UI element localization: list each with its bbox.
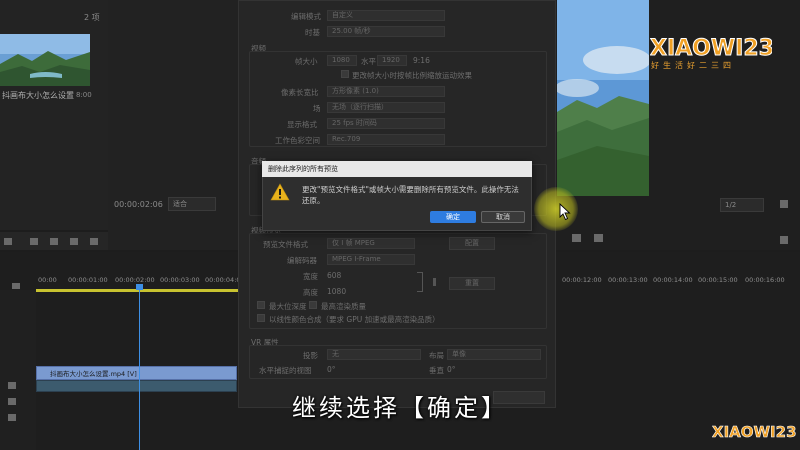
tick-label: 00:00:14:00 (653, 276, 693, 284)
alert-message: 更改"预览文件格式"或帧大小需要删除所有预览文件。此操作无法还原。 (302, 185, 519, 205)
tick-label: 00:00:13:00 (608, 276, 648, 284)
aspect-ratio: 9:16 (413, 56, 430, 65)
mouse-cursor-icon (559, 202, 571, 224)
cursor-highlight (534, 187, 578, 231)
search-icon[interactable] (50, 238, 58, 245)
vertical-value[interactable]: 0° (447, 365, 456, 374)
program-fit-select[interactable]: 1/2 (720, 198, 764, 212)
source-monitor (108, 0, 238, 250)
cancel-button[interactable]: 取消 (481, 211, 525, 223)
configure-button[interactable]: 配置 (449, 237, 495, 250)
settings-icon[interactable] (12, 283, 20, 289)
fields-select[interactable]: 无场（逐行扫描） (327, 102, 445, 113)
project-toolbar (0, 232, 108, 250)
scale-checkbox[interactable] (341, 70, 349, 78)
project-clip-duration: 8:00 (76, 91, 92, 99)
projection-select[interactable]: 无 (327, 349, 421, 360)
h-view-label: 水平捕捉的视图 (259, 366, 312, 375)
link-icon[interactable] (433, 278, 436, 286)
source-fit-select[interactable]: 适合 (168, 197, 216, 211)
new-item-icon[interactable] (70, 238, 78, 245)
max-depth-checkbox[interactable] (257, 301, 265, 309)
fields-label: 场 (313, 104, 321, 113)
display-format-label: 显示格式 (287, 120, 317, 129)
width-label: 宽度 (303, 272, 318, 281)
max-quality-label: 最高渲染质量 (321, 302, 366, 311)
tick-label: 00:00 (38, 276, 57, 284)
timebase-select[interactable]: 25.00 帧/秒 (327, 26, 445, 37)
frame-size-label: 帧大小 (295, 57, 318, 66)
brand-slogan: 好生活好二三四 (651, 61, 735, 70)
project-clip-name: 抖画布大小怎么设置 (2, 91, 74, 100)
program-video-frame (557, 0, 649, 196)
pixel-aspect-label: 像素长宽比 (281, 88, 319, 97)
display-format-select[interactable]: 25 fps 时间码 (327, 118, 445, 129)
max-depth-label: 最大位深度 (269, 302, 307, 311)
h-view-value[interactable]: 0° (327, 365, 336, 374)
export-frame-icon[interactable] (594, 234, 603, 242)
brand-logo: XIAOWI234 (650, 34, 790, 63)
list-view-icon[interactable] (4, 238, 12, 245)
reset-button[interactable]: 重置 (449, 277, 495, 290)
tick-label: 00:00:02:00 (115, 276, 155, 284)
playhead[interactable] (139, 286, 140, 450)
preview-format-label: 预览文件格式 (263, 240, 308, 249)
trash-icon[interactable] (90, 238, 98, 245)
folder-icon[interactable] (30, 238, 38, 245)
alert-title: 删除此序列的所有预览 (268, 165, 338, 173)
tick-label: 00:00:03:00 (160, 276, 200, 284)
layout-label: 布局 (429, 351, 444, 360)
linear-color-checkbox[interactable] (257, 314, 265, 322)
pixel-aspect-select[interactable]: 方形像素 (1.0) (327, 86, 445, 97)
layout-select[interactable]: 单像 (447, 349, 541, 360)
editing-mode-select[interactable]: 自定义 (327, 10, 445, 21)
width-value[interactable]: 608 (327, 271, 341, 280)
add-button-icon[interactable] (780, 236, 788, 244)
scale-checkbox-label: 更改帧大小时按帧比例缩放运动效果 (352, 71, 472, 80)
horizontal-label: 水平 (361, 57, 376, 66)
tick-label: 00:00:16:00 (745, 276, 785, 284)
vertical-label: 垂直 (429, 366, 444, 375)
brand-logo-small: XIAOWI234 (712, 422, 800, 443)
timebase-label: 时基 (305, 28, 320, 37)
color-space-select[interactable]: Rec.709 (327, 134, 445, 145)
warning-icon (270, 183, 290, 204)
tick-label: 00:00:01:00 (68, 276, 108, 284)
tick-label: 00:00:12:00 (562, 276, 602, 284)
codec-label: 编解码器 (287, 256, 317, 265)
preview-format-select[interactable]: 仅 I 帧 MPEG (327, 238, 415, 249)
frame-height-field[interactable]: 1920 (377, 55, 407, 66)
project-item-count: 2 项 (84, 13, 100, 22)
camera-icon[interactable] (572, 234, 581, 242)
wrench-icon[interactable] (780, 200, 788, 208)
color-space-label: 工作色彩空间 (275, 136, 320, 145)
brand-logo-small-text: XIAOWI234 (712, 423, 796, 440)
codec-select[interactable]: MPEG I-Frame (327, 254, 415, 265)
link-bracket (417, 272, 423, 292)
playhead-handle[interactable] (136, 284, 143, 290)
frame-width-field[interactable]: 1080 (327, 55, 357, 66)
editing-mode-label: 编辑模式 (291, 12, 321, 21)
height-value[interactable]: 1080 (327, 287, 346, 296)
tick-label: 00:00:15:00 (698, 276, 738, 284)
brand-logo-text: XIAOWI234 (650, 36, 772, 60)
video-clip-label: 抖画布大小怎么设置.mp4 [V] (50, 370, 137, 378)
projection-label: 投影 (303, 351, 318, 360)
source-timecode[interactable]: 00:00:02:06 (114, 200, 163, 209)
subtitle-caption: 继续选择【确定】 (292, 394, 508, 422)
project-clip-thumbnail[interactable] (0, 34, 90, 86)
max-quality-checkbox[interactable] (309, 301, 317, 309)
linear-color-label: 以线性颜色合成（要求 GPU 加速或最高渲染品质） (269, 315, 440, 324)
height-label: 高度 (303, 288, 318, 297)
confirm-button[interactable]: 确定 (430, 211, 476, 223)
track-headers (0, 290, 36, 450)
